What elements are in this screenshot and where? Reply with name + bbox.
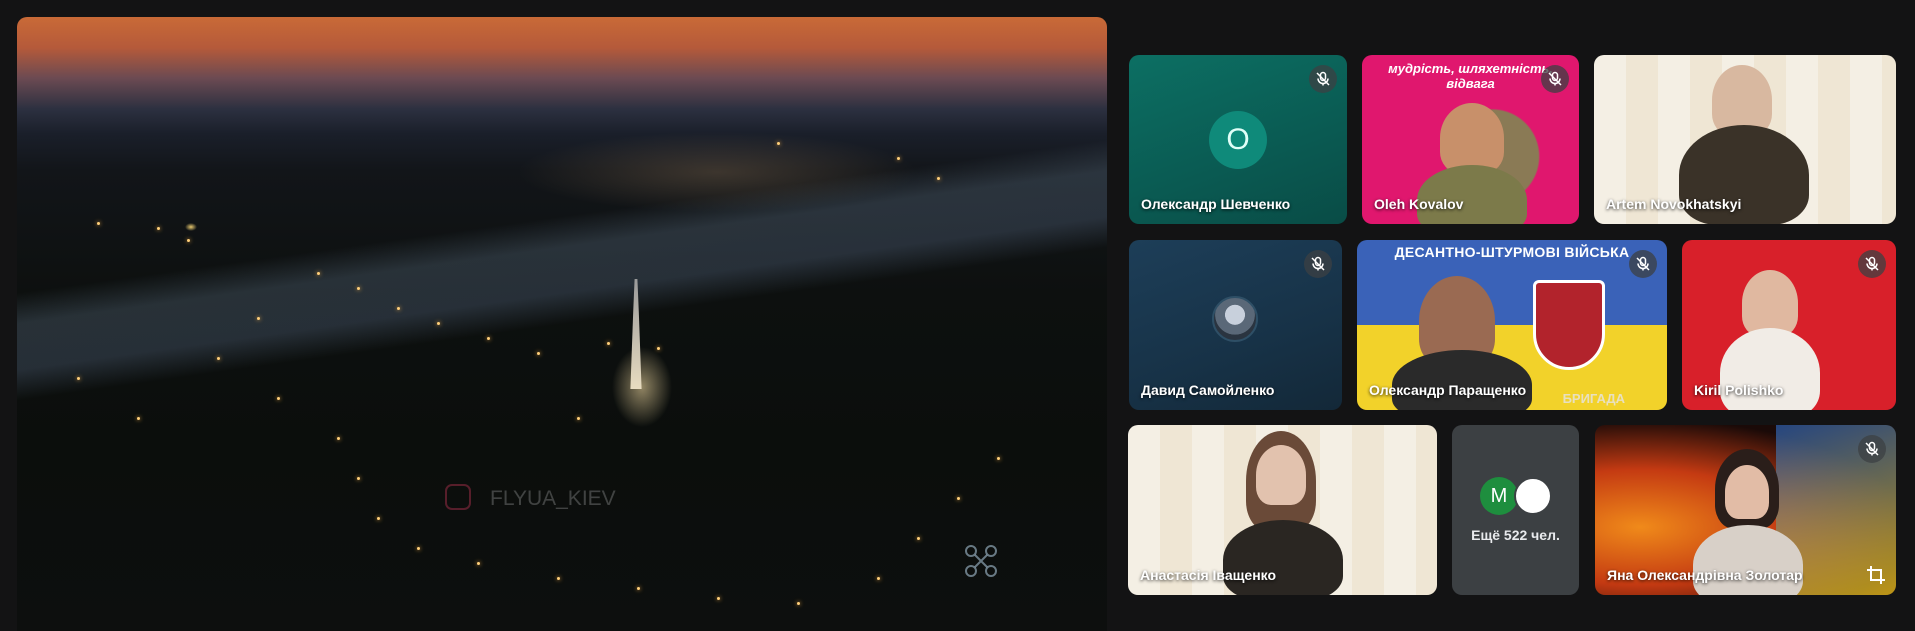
avatar xyxy=(1514,477,1552,515)
participant-tile[interactable]: Давид Самойленко xyxy=(1129,240,1342,410)
mic-off-icon xyxy=(1541,65,1569,93)
participant-tile[interactable]: мудрість, шляхетність, відвага Oleh Kova… xyxy=(1362,55,1579,224)
avatar: M xyxy=(1480,477,1518,515)
avatar: О xyxy=(1209,111,1267,169)
participant-video xyxy=(1440,103,1504,173)
participant-tile[interactable]: Artem Novokhatskyi xyxy=(1594,55,1896,224)
participant-tile[interactable]: Kiril Polishko xyxy=(1682,240,1896,410)
participant-name: Олександр Шевченко xyxy=(1141,196,1291,212)
participant-name: Artem Novokhatskyi xyxy=(1606,196,1742,212)
main-video[interactable]: FLYUA_KIEV xyxy=(17,17,1107,631)
participant-name: Анастасія Іващенко xyxy=(1140,567,1277,583)
instagram-icon xyxy=(445,484,471,510)
more-participants-tile[interactable]: M Ещё 522 чел. xyxy=(1452,425,1579,595)
participant-tile[interactable]: О Олександр Шевченко xyxy=(1129,55,1347,224)
participant-name: Давид Самойленко xyxy=(1141,382,1275,398)
drone-icon xyxy=(965,545,997,577)
participant-tile[interactable]: ДЕСАНТНО-ШТУРМОВІ ВІЙСЬКА БРИГАДА Олекса… xyxy=(1357,240,1667,410)
participant-name: Олександр Паращенко xyxy=(1369,382,1527,398)
crop-icon[interactable] xyxy=(1866,565,1886,585)
mic-off-icon xyxy=(1309,65,1337,93)
mic-off-icon xyxy=(1858,435,1886,463)
participant-tile[interactable]: Яна Олександрівна Золотар xyxy=(1595,425,1896,595)
participant-name: Oleh Kovalov xyxy=(1374,196,1464,212)
avatar-stack: M xyxy=(1480,477,1560,517)
participant-tile[interactable]: Анастасія Іващенко xyxy=(1128,425,1437,595)
participant-name: Яна Олександрівна Золотар xyxy=(1607,567,1803,583)
more-participants-label: Ещё 522 чел. xyxy=(1471,527,1560,543)
avatar xyxy=(1212,296,1258,342)
mic-off-icon xyxy=(1858,250,1886,278)
video-watermark: FLYUA_KIEV xyxy=(490,487,616,510)
participant-name: Kiril Polishko xyxy=(1694,382,1784,398)
mic-off-icon xyxy=(1304,250,1332,278)
banner-text: БРИГАДА xyxy=(1562,391,1625,406)
banner-text: ДЕСАНТНО-ШТУРМОВІ ВІЙСЬКА xyxy=(1394,244,1630,260)
city-lights xyxy=(17,17,1107,631)
participant-video xyxy=(1742,270,1798,336)
brigade-emblem-icon xyxy=(1533,280,1605,370)
mic-off-icon xyxy=(1629,250,1657,278)
